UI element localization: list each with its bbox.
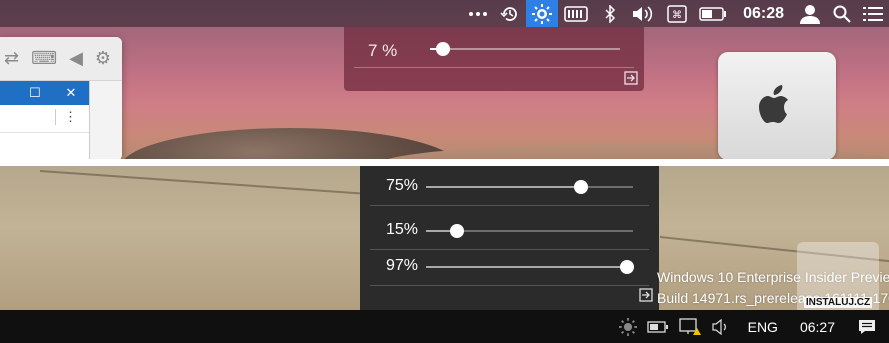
battery-icon[interactable] (642, 310, 674, 343)
monitor-row: 75% (360, 168, 659, 206)
brightness-tray-icon[interactable] (614, 310, 642, 343)
win-brightness-popup: 75% 15% 97% (360, 166, 659, 310)
exit-icon[interactable] (639, 288, 653, 307)
slider-fill (426, 186, 582, 188)
monitor-value-label: 97% (386, 257, 419, 274)
wallpaper-crack (39, 170, 380, 196)
exit-icon[interactable] (624, 71, 638, 90)
user-icon[interactable] (794, 0, 826, 27)
more-vertical-icon[interactable]: ⋮ (55, 109, 77, 125)
popup-divider (370, 205, 649, 206)
finder-window[interactable]: ⇄ ⌨ ◀ ⚙ ☐ ✕ ⋮ (0, 37, 122, 159)
slider-knob[interactable] (450, 224, 465, 238)
window-toolbar: ⇄ ⌨ ◀ ⚙ (0, 37, 122, 81)
more-icon[interactable] (462, 0, 494, 27)
language-indicator[interactable]: ENG (736, 310, 790, 343)
mac-screenshot: ⌘ 06:28 ⇄ ⌨ ◀ ⚙ ☐ ✕ ⋮ 7 % (0, 0, 889, 159)
apple-logo-icon (759, 85, 788, 123)
slider-knob[interactable] (619, 260, 634, 274)
back-icon[interactable]: ◀ (69, 48, 83, 69)
time-machine-icon[interactable] (494, 0, 526, 27)
popup-divider (354, 67, 634, 68)
maximize-icon[interactable]: ☐ (17, 85, 53, 101)
mac-menubar: ⌘ 06:28 (0, 0, 889, 27)
monitor-row: 97% (360, 248, 659, 286)
slider-knob[interactable] (436, 42, 451, 56)
menubar-clock[interactable]: 06:28 (733, 0, 794, 27)
close-icon[interactable]: ✕ (53, 85, 89, 101)
svg-text:⌘: ⌘ (672, 10, 682, 21)
inner-row: ⋮ (0, 105, 89, 133)
monitor-brightness-slider[interactable] (426, 224, 633, 238)
command-icon[interactable]: ⌘ (661, 0, 693, 27)
terminal-icon[interactable]: ⌨ (31, 48, 57, 69)
search-icon[interactable] (826, 0, 857, 27)
slider-fill (426, 266, 627, 268)
popup-divider (370, 285, 649, 286)
menu-list-icon[interactable] (857, 0, 889, 27)
site-badge-label: INSTALUJ.CZ (803, 297, 873, 308)
network-warning-icon[interactable] (674, 310, 706, 343)
mac-brightness-popup: 7 % (344, 27, 644, 91)
windows-taskbar: ENG 06:27 (0, 310, 889, 343)
inner-window: ☐ ✕ ⋮ (0, 81, 90, 159)
mac-mini-device (718, 52, 836, 159)
brightness-slider[interactable] (430, 42, 620, 56)
slider-knob[interactable] (574, 180, 589, 194)
keyboard-icon[interactable] (558, 0, 594, 27)
monitor-value-label: 15% (386, 221, 419, 238)
gear-icon[interactable]: ⚙ (95, 48, 111, 69)
monitor-row: 15% (360, 212, 659, 250)
notification-icon[interactable] (845, 310, 889, 343)
monitor-value-label: 75% (386, 177, 419, 194)
brightness-value-label: 7 % (368, 41, 398, 60)
brightness-app-icon[interactable] (526, 0, 559, 27)
volume-icon[interactable] (625, 0, 661, 27)
volume-icon[interactable] (706, 310, 736, 343)
taskbar-clock[interactable]: 06:27 (790, 310, 845, 343)
share-icon[interactable]: ⇄ (4, 48, 19, 69)
windows-screenshot: 75% 15% 97% Windows 10 Enterprise Inside… (0, 166, 889, 343)
monitor-brightness-slider[interactable] (426, 180, 633, 194)
bluetooth-icon[interactable] (594, 0, 625, 27)
battery-icon[interactable] (693, 0, 733, 27)
inner-titlebar: ☐ ✕ (0, 81, 89, 105)
monitor-brightness-slider[interactable] (426, 260, 634, 274)
